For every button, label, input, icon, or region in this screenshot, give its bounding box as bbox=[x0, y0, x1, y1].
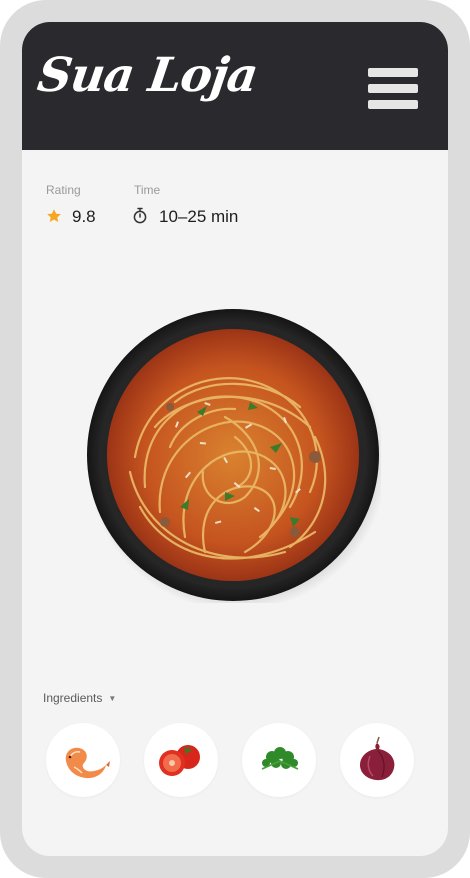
menu-bar bbox=[368, 100, 418, 109]
ingredients-label: Ingredients bbox=[43, 691, 103, 705]
stopwatch-icon bbox=[133, 207, 147, 224]
ingredient-parsley[interactable] bbox=[242, 723, 316, 797]
ingredient-tomato[interactable] bbox=[144, 723, 218, 797]
onion-icon bbox=[360, 736, 395, 781]
time-value: 10–25 min bbox=[159, 207, 239, 226]
hamburger-menu-icon[interactable] bbox=[368, 66, 418, 112]
parsley-icon bbox=[261, 747, 299, 770]
shrimp-icon bbox=[65, 747, 110, 779]
ingredient-shrimp[interactable] bbox=[46, 723, 120, 797]
app-header: Sua Loja bbox=[22, 22, 448, 150]
menu-bar bbox=[368, 84, 418, 93]
app-screen: Sua Loja Rating 9.8 Time 10–25 min Ingre… bbox=[22, 22, 448, 856]
phone-frame: Sua Loja Rating 9.8 Time 10–25 min Ingre… bbox=[0, 0, 470, 878]
tomato-icon bbox=[159, 745, 200, 776]
rating-label: Rating bbox=[46, 183, 81, 197]
rating-value: 9.8 bbox=[72, 207, 96, 226]
ingredient-onion[interactable] bbox=[340, 723, 414, 797]
caret-down-icon: ▼ bbox=[108, 694, 117, 703]
star-icon bbox=[47, 209, 61, 222]
app-logo[interactable]: Sua Loja bbox=[34, 48, 261, 103]
ingredients-dropdown[interactable]: Ingredients ▼ bbox=[43, 691, 116, 705]
menu-bar bbox=[368, 68, 418, 77]
time-label: Time bbox=[134, 183, 161, 197]
spaghetti-bowl-image[interactable] bbox=[85, 307, 381, 603]
